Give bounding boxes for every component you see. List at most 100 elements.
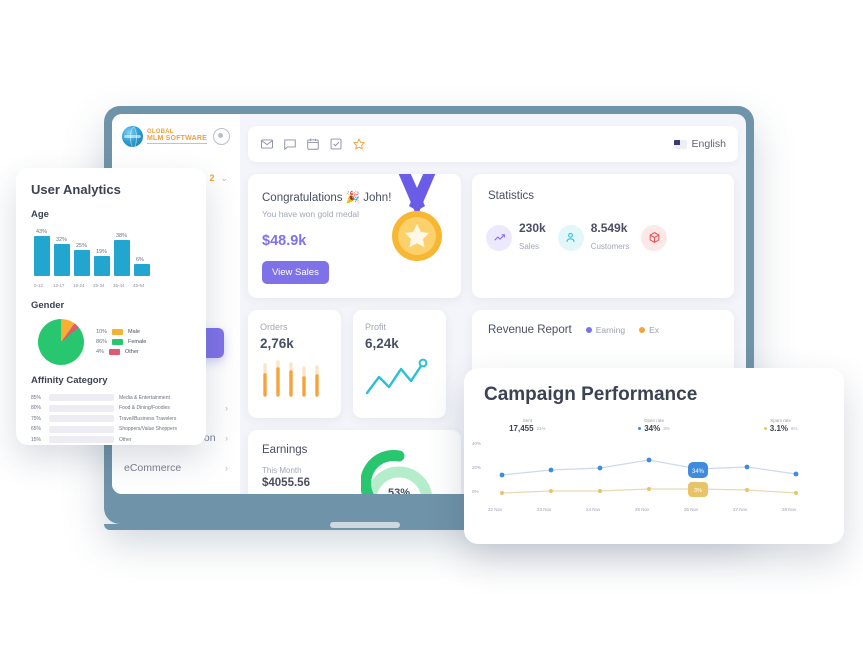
- age-tick-label: 25-34: [93, 283, 105, 288]
- affinity-row: 75% Travel/Business Travelers: [31, 415, 206, 422]
- affinity-label: Shoppers/Value Shoppers: [119, 426, 178, 432]
- campaign-metric-spam-rate: Spam rate 3.1% 6%: [717, 418, 844, 433]
- age-tick-label: 35-44: [113, 283, 125, 288]
- affinity-row: 15% Other: [31, 436, 206, 443]
- metric-value-row: 3.1% 6%: [717, 424, 844, 433]
- globe-icon: [122, 126, 143, 148]
- sidebar-collapse-icon[interactable]: [213, 128, 230, 145]
- topbar-icon-group: [260, 137, 366, 151]
- sidebar-item-ecommerce[interactable]: eCommerce ›: [112, 453, 240, 483]
- stat-sales: 230k Sales: [486, 221, 546, 254]
- legend-dot-icon: [585, 327, 592, 333]
- metric-delta: 21%: [536, 426, 546, 431]
- orders-card: Orders 2,76k: [248, 310, 341, 418]
- x-tick-label: 28 Nov: [782, 506, 797, 512]
- stat-customers: 8.549k Customers: [557, 221, 629, 254]
- age-value-label: 19%: [96, 249, 108, 255]
- gender-legend-value: 4%: [96, 349, 104, 355]
- age-tick-label: 0-12: [34, 283, 44, 288]
- gold-medal-icon: [392, 174, 442, 261]
- legend-label: Ex: [649, 325, 659, 335]
- metric-label: Sent: [522, 418, 532, 423]
- earnings-donut-chart: 53% App: [361, 450, 432, 494]
- earnings-percent: 53%: [388, 487, 410, 494]
- user-icon: [557, 224, 584, 251]
- legend-swatch-icon: [112, 339, 124, 345]
- legend-expense: Ex: [639, 325, 659, 335]
- chat-icon[interactable]: [283, 137, 297, 151]
- screenshot-stage: GLOBAL MLM SOFTWARE Dashboards 2 ⌄ File …: [0, 0, 863, 647]
- age-bar: [94, 256, 110, 276]
- affinity-section-heading: Affinity Category: [31, 375, 108, 386]
- profit-value: 6,24k: [365, 336, 399, 351]
- campaign-metrics: Sent 17,455 21% Open rate 34% 3% Spam ra…: [464, 406, 844, 433]
- age-bar: [34, 236, 50, 276]
- affinity-track: [49, 404, 114, 412]
- age-section-heading: Age: [31, 209, 49, 220]
- stat-products: [641, 224, 668, 251]
- earnings-card: Earnings This Month $4055.56 53% App: [248, 430, 461, 494]
- logo-underline: [147, 143, 207, 145]
- affinity-track: [49, 436, 114, 443]
- affinity-row: 65% Shoppers/Value Shoppers: [31, 425, 206, 433]
- logo-text: GLOBAL MLM SOFTWARE: [147, 129, 207, 145]
- chevron-right-icon: ›: [225, 463, 228, 473]
- legend-dot-icon: [639, 327, 646, 333]
- affinity-track: [49, 425, 114, 433]
- statistics-card: Statistics 230k Sales 8.549k Customers: [472, 174, 734, 298]
- stat-label: Sales: [519, 241, 540, 251]
- logo-line2: MLM SOFTWARE: [147, 134, 207, 142]
- metric-value-row: 17,455 21%: [464, 424, 591, 433]
- chevron-right-icon: ›: [225, 403, 228, 413]
- stat-text: 230k Sales: [519, 221, 546, 254]
- star-icon[interactable]: [352, 137, 366, 151]
- affinity-track: [49, 415, 114, 422]
- gender-legend-value: 86%: [96, 339, 108, 345]
- view-sales-button[interactable]: View Sales: [262, 261, 329, 284]
- x-tick-label: 23 Nov: [537, 506, 552, 512]
- gender-section-heading: Gender: [31, 300, 65, 311]
- checklist-icon[interactable]: [329, 137, 343, 151]
- affinity-label: Other: [119, 436, 132, 443]
- calendar-icon[interactable]: [306, 137, 320, 151]
- age-bar: [114, 240, 130, 276]
- sidebar-badge: 2: [209, 173, 215, 183]
- profit-line-sparkline: [365, 358, 428, 395]
- us-flag-icon: [673, 139, 687, 149]
- affinity-label: Travel/Business Travelers: [119, 415, 177, 422]
- revenue-header: Revenue Report Earning Ex: [472, 310, 734, 336]
- chevron-right-icon: ›: [225, 433, 228, 443]
- x-tick-label: 22 Nov: [488, 506, 503, 512]
- orders-value: 2,76k: [260, 336, 294, 351]
- stat-value: 8.549k: [590, 221, 628, 235]
- affinity-row: 80% Food & Dining/Foodies: [31, 404, 206, 412]
- gender-legend-label: Female: [128, 339, 147, 345]
- age-bar: [74, 250, 90, 276]
- metric-label: Spam rate: [770, 418, 792, 423]
- language-label: English: [691, 138, 726, 150]
- mail-icon[interactable]: [260, 137, 274, 151]
- campaign-title: Campaign Performance: [484, 384, 698, 405]
- affinity-value: 80%: [31, 405, 42, 411]
- age-tick-label: 13-17: [53, 283, 65, 288]
- affinity-row: 85% Media & Entertainment: [31, 394, 206, 401]
- legend-swatch-icon: [112, 329, 124, 335]
- statistics-list: 230k Sales 8.549k Customers: [472, 202, 734, 254]
- affinity-value: 15%: [31, 436, 42, 443]
- gender-legend-value: 10%: [96, 329, 108, 335]
- affinity-value: 65%: [31, 426, 42, 432]
- language-selector[interactable]: English: [673, 138, 726, 150]
- profit-card: Profit 6,24k: [353, 310, 446, 418]
- metric-value: 3.1%: [769, 424, 789, 433]
- affinity-value: 85%: [31, 394, 42, 401]
- y-tick-label: 20%: [472, 465, 482, 470]
- gender-pie-chart: [38, 319, 84, 365]
- age-value-label: 6%: [136, 257, 144, 263]
- metric-delta: 6%: [791, 426, 798, 431]
- affinity-bar-chart: 85% Media & Entertainment 80% Food & Din…: [16, 386, 206, 445]
- sidebar-item-label: eCommerce: [124, 462, 182, 474]
- affinity-track: [49, 394, 114, 401]
- congratulations-card: Congratulations 🎉 John! You have won gol…: [248, 174, 461, 298]
- orders-bar-sparkline: [263, 360, 319, 397]
- x-tick-label: 26 Nov: [684, 506, 699, 512]
